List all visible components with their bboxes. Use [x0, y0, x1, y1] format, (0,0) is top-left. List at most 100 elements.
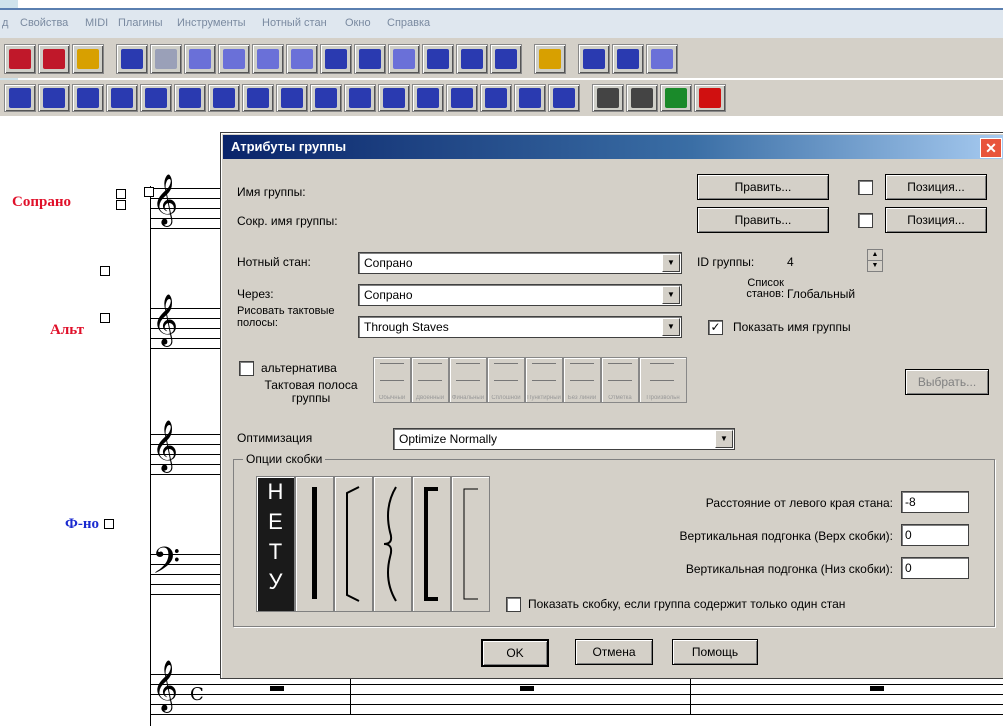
whole-note-icon[interactable] [4, 84, 36, 112]
barline [350, 674, 351, 714]
128th-note-icon[interactable] [242, 84, 274, 112]
help-button[interactable]: Помощь [672, 639, 758, 665]
eighth-note-icon[interactable] [106, 84, 138, 112]
dialog-title-bar[interactable]: Атрибуты группы ✕ [223, 135, 1003, 159]
note-tool-icon[interactable] [320, 44, 352, 74]
note-entry-tool-icon[interactable] [184, 44, 216, 74]
label-handle[interactable] [116, 200, 126, 210]
barline-style-dashed[interactable]: Пунктирный [525, 357, 563, 403]
dynamics-tool-icon[interactable] [534, 44, 566, 74]
next-system-staff[interactable] [150, 674, 1003, 715]
group-name-position-checkbox[interactable] [858, 180, 873, 195]
clef-tool-icon[interactable] [252, 44, 284, 74]
show-group-name-checkbox[interactable]: ✓ [708, 320, 723, 335]
selection-tool-icon[interactable] [116, 44, 148, 74]
show-bracket-single-checkbox[interactable] [506, 597, 521, 612]
play-icon[interactable] [660, 84, 692, 112]
cancel-button[interactable]: Отмена [575, 639, 653, 665]
barline-style-double[interactable]: Двоенный [411, 357, 449, 403]
ok-button[interactable]: OK [481, 639, 549, 667]
barline-style-normal[interactable]: Обычный [373, 357, 411, 403]
alto-label[interactable]: Альт [50, 322, 84, 339]
menu-item-help[interactable]: Справка [387, 17, 430, 29]
label-handle[interactable] [116, 189, 126, 199]
staff-tool-icon[interactable] [150, 44, 182, 74]
chord-tool-icon[interactable] [612, 44, 644, 74]
draw-barlines-select[interactable]: Through Staves ▼ [358, 316, 682, 338]
edit-tool-icon[interactable] [38, 44, 70, 74]
quarter-note-icon[interactable] [72, 84, 104, 112]
bracket-line-button[interactable] [295, 476, 334, 612]
close-icon[interactable]: ✕ [980, 138, 1002, 158]
half-step-up-icon[interactable] [412, 84, 444, 112]
slur-tool-icon[interactable] [456, 44, 488, 74]
record-icon[interactable] [694, 84, 726, 112]
sharp-icon[interactable] [310, 84, 342, 112]
rewind-icon[interactable] [592, 84, 624, 112]
label-handle[interactable] [100, 313, 110, 323]
menu-item-properties[interactable]: Свойства [20, 17, 68, 29]
barline-style-none[interactable]: Без линии [563, 357, 601, 403]
dot-icon[interactable] [276, 84, 308, 112]
text-tool-icon[interactable] [646, 44, 678, 74]
bracket-curly-button[interactable] [373, 476, 412, 612]
distance-input[interactable]: -8 [901, 491, 969, 513]
short-name-position-button[interactable]: Позиция... [885, 207, 987, 233]
select-barline-button[interactable]: Выбрать... [905, 369, 989, 395]
group-name-position-button[interactable]: Позиция... [885, 174, 987, 200]
tuplet-icon[interactable] [514, 84, 546, 112]
flat-icon[interactable] [344, 84, 376, 112]
natural-icon[interactable] [378, 84, 410, 112]
measure-tool-icon[interactable] [218, 44, 250, 74]
vadjust-bottom-input[interactable]: 0 [901, 557, 969, 579]
alternative-checkbox[interactable] [239, 361, 254, 376]
piano-label[interactable]: Ф-но [65, 516, 99, 533]
tuplet-tool-icon[interactable] [354, 44, 386, 74]
chevron-down-icon[interactable]: ▼ [662, 318, 680, 336]
short-name-position-checkbox[interactable] [858, 213, 873, 228]
staff-select[interactable]: Сопрано ▼ [358, 252, 682, 274]
tie-icon[interactable] [480, 84, 512, 112]
menu-item-plugins[interactable]: Плагины [118, 17, 163, 29]
barline-style-custom[interactable]: Произвольн [639, 357, 687, 403]
bracket-thick-button[interactable] [412, 476, 451, 612]
bracket-handle[interactable] [144, 187, 154, 197]
spin-down-icon[interactable]: ▼ [867, 260, 883, 272]
grace-note-icon[interactable] [548, 84, 580, 112]
lyrics-tool-icon[interactable] [578, 44, 610, 74]
chevron-down-icon[interactable]: ▼ [662, 254, 680, 272]
bracket-square-button[interactable] [334, 476, 373, 612]
page-tool-icon[interactable] [72, 44, 104, 74]
edit-group-name-button[interactable]: Править... [697, 174, 829, 200]
key-tool-icon[interactable] [286, 44, 318, 74]
optimization-select[interactable]: Optimize Normally ▼ [393, 428, 735, 450]
menu-item-tools[interactable]: Инструменты [177, 17, 246, 29]
bracket-none-button[interactable]: Н Е Т У [256, 476, 295, 612]
print-tool-icon[interactable] [4, 44, 36, 74]
smart-shape-tool-icon[interactable] [388, 44, 420, 74]
menu-item-staff[interactable]: Нотный стан [262, 17, 327, 29]
expression-tool-icon[interactable] [490, 44, 522, 74]
group-handle[interactable] [100, 266, 110, 276]
label-handle[interactable] [104, 519, 114, 529]
barline-style-final[interactable]: Финальный [449, 357, 487, 403]
barline-style-tick[interactable]: Отметка [601, 357, 639, 403]
menu-item-document[interactable]: д [2, 17, 8, 29]
64th-note-icon[interactable] [208, 84, 240, 112]
half-note-icon[interactable] [38, 84, 70, 112]
vadjust-top-input[interactable]: 0 [901, 524, 969, 546]
soprano-label[interactable]: Сопрано [12, 194, 71, 211]
menu-item-midi[interactable]: MIDI [85, 17, 108, 29]
32nd-note-icon[interactable] [174, 84, 206, 112]
barline-style-solid[interactable]: Сплошной [487, 357, 525, 403]
edit-short-group-name-button[interactable]: Править... [697, 207, 829, 233]
bracket-thin-square-button[interactable] [451, 476, 490, 612]
chevron-down-icon[interactable]: ▼ [715, 430, 733, 448]
through-select[interactable]: Сопрано ▼ [358, 284, 682, 306]
half-step-down-icon[interactable] [446, 84, 478, 112]
articulation-tool-icon[interactable] [422, 44, 454, 74]
menu-item-window[interactable]: Окно [345, 17, 371, 29]
chevron-down-icon[interactable]: ▼ [662, 286, 680, 304]
stop-icon[interactable] [626, 84, 658, 112]
sixteenth-note-icon[interactable] [140, 84, 172, 112]
